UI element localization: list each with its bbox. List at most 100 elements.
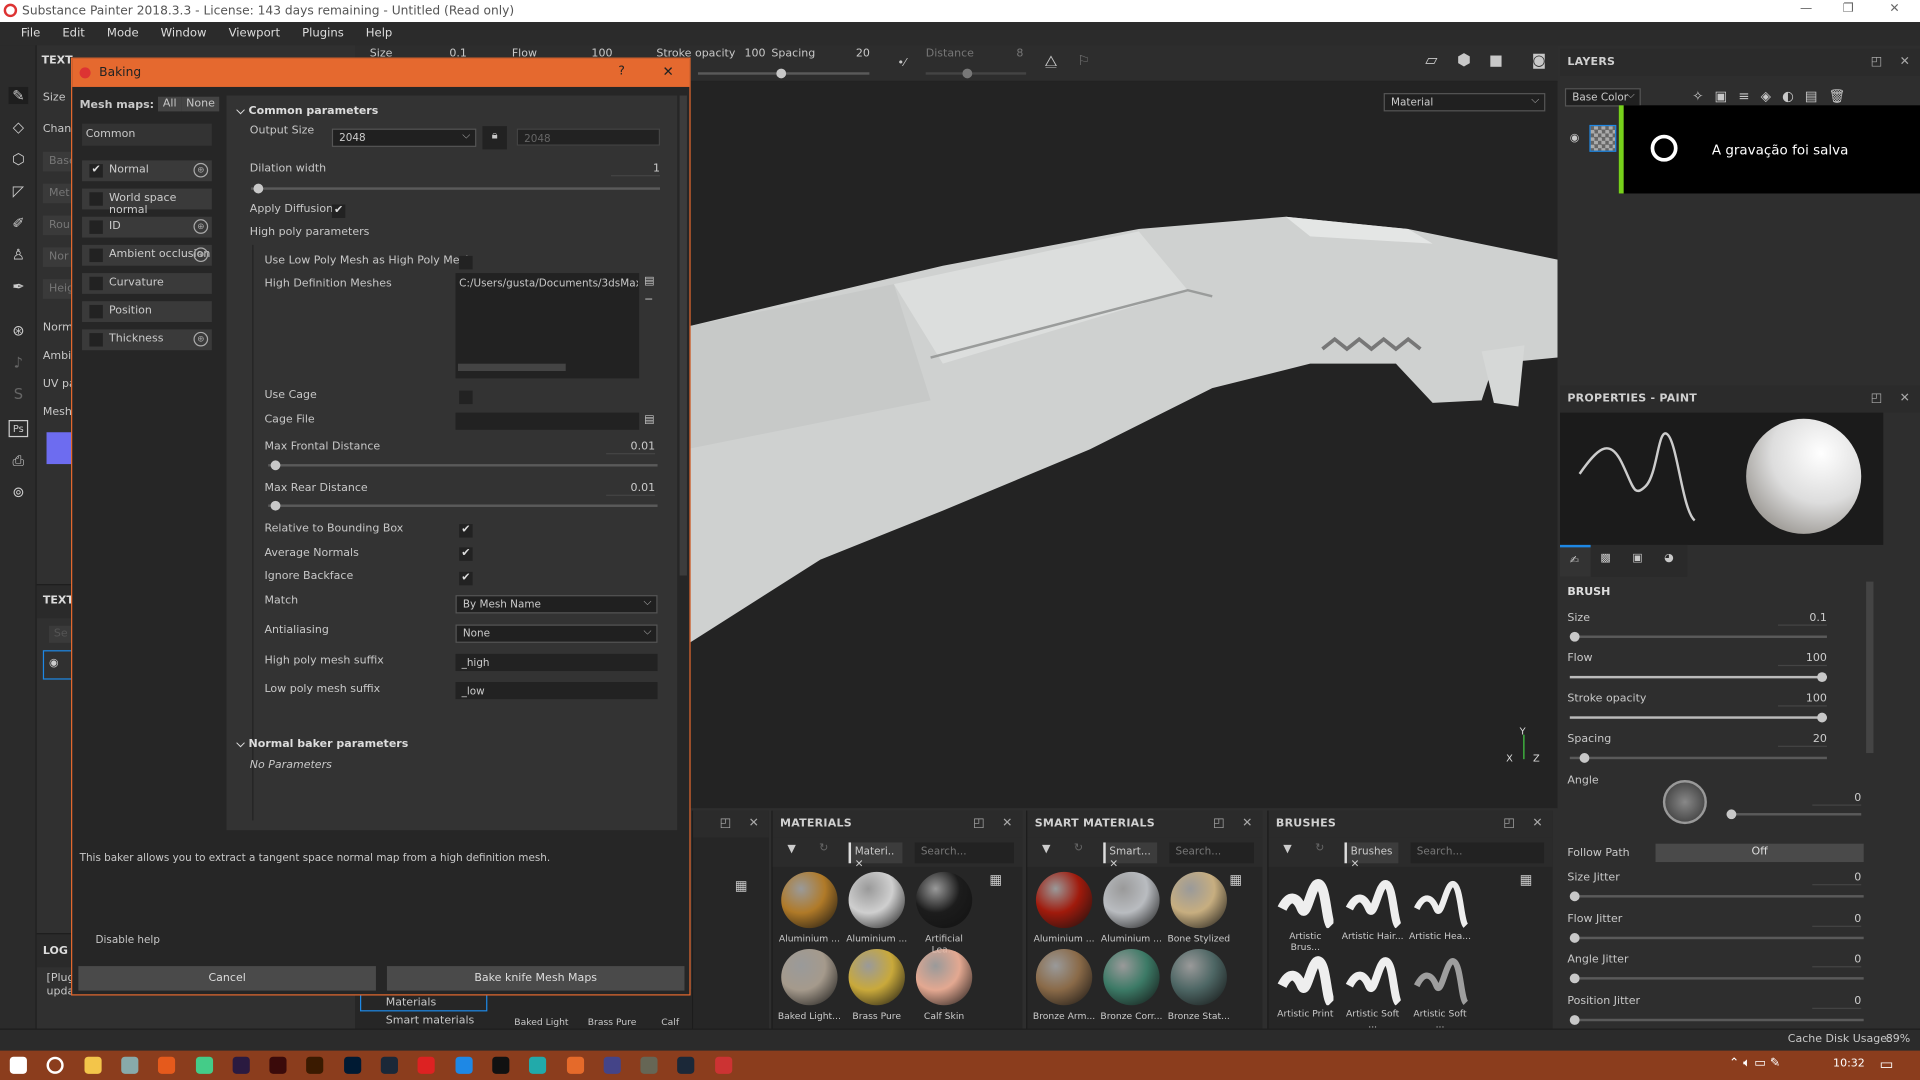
grid-view-icon[interactable]: ▦ xyxy=(989,872,1002,888)
mesh-map-item[interactable]: Position xyxy=(82,301,212,323)
shelf-search-input[interactable]: Search... xyxy=(1169,842,1254,864)
select-none-button[interactable]: None xyxy=(181,96,220,112)
jitter-slider[interactable] xyxy=(1569,1014,1864,1025)
shelf-item[interactable]: Bronze Stat... xyxy=(1167,948,1231,1021)
camera-icon[interactable]: ■ xyxy=(1489,51,1503,68)
mesh-map-item[interactable]: ✔ Normal ⊕ xyxy=(82,160,212,182)
angle-dial[interactable] xyxy=(1662,780,1707,825)
substance-icon[interactable]: ⊚ xyxy=(9,484,29,501)
float-panel-icon[interactable]: ◰ xyxy=(1871,392,1883,405)
grid-view-icon[interactable]: ▦ xyxy=(735,878,748,894)
max-frontal-slider[interactable] xyxy=(268,460,658,471)
normal-map-thumbnail[interactable] xyxy=(46,432,72,465)
taskbar-windows-start-icon[interactable] xyxy=(9,1056,27,1074)
taskbar-steam-icon[interactable] xyxy=(677,1056,695,1074)
param-slider[interactable] xyxy=(1569,631,1827,642)
menu-edit[interactable]: Edit xyxy=(51,27,96,40)
action-center-icon[interactable]: ▭ xyxy=(1880,1056,1894,1073)
tray-icons[interactable]: ⌃ 🔈︎ ▭ ✎ xyxy=(1729,1057,1780,1070)
common-parameters-header[interactable]: ⌵ Common parameters xyxy=(236,105,378,117)
float-panel-icon[interactable]: ◰ xyxy=(1213,817,1225,830)
display-cube-icon[interactable]: ⬢ xyxy=(1457,51,1471,69)
map-settings-icon[interactable]: ⊕ xyxy=(193,219,209,234)
jitter-value[interactable]: 0 xyxy=(1812,954,1862,968)
grid-view-icon[interactable]: ▦ xyxy=(1229,872,1242,888)
projection-icon[interactable]: ⬡ xyxy=(9,151,29,168)
shelf-item[interactable]: Artistic Soft ... xyxy=(1341,949,1405,1030)
bake-button[interactable]: Bake knife Mesh Maps xyxy=(386,966,685,991)
symmetry-icon[interactable]: ⧋ xyxy=(1044,53,1057,71)
jitter-slider[interactable] xyxy=(1569,973,1864,984)
float-panel-icon[interactable]: ◰ xyxy=(1871,55,1883,68)
grid-view-icon[interactable]: ▦ xyxy=(1520,872,1533,888)
param-value[interactable]: 0.1 xyxy=(1777,612,1827,626)
camera-mode-icon[interactable]: ▱ xyxy=(1425,51,1437,69)
close-panel-icon[interactable]: ✕ xyxy=(749,817,760,830)
map-settings-icon[interactable]: ⊕ xyxy=(193,331,209,347)
lock-icon[interactable]: 🔒︎ xyxy=(482,126,507,150)
shelf-item[interactable]: Aluminium ... xyxy=(778,871,842,944)
output-size-select[interactable]: 2048 xyxy=(331,128,477,147)
shelf-item[interactable]: Aluminium ... xyxy=(1100,871,1164,944)
use-cage-checkbox[interactable] xyxy=(459,390,473,405)
filter-chip[interactable]: Materi.. ✕ xyxy=(848,842,903,871)
refresh-icon[interactable]: ↻ xyxy=(819,842,828,854)
jitter-value[interactable]: 0 xyxy=(1812,913,1862,927)
eraser-icon[interactable]: ◇ xyxy=(9,119,29,136)
taskbar-3ds-max-icon[interactable] xyxy=(529,1056,547,1074)
taskbar-blender-icon[interactable] xyxy=(566,1056,584,1074)
float-panel-icon[interactable]: ◰ xyxy=(720,817,732,830)
close-panel-icon[interactable]: ✕ xyxy=(1532,817,1543,830)
map-checkbox[interactable] xyxy=(89,304,103,319)
symmetry-options-icon[interactable]: ⚐ xyxy=(1078,53,1090,69)
taskbar-chrome-icon[interactable] xyxy=(195,1056,213,1074)
substance-share-icon[interactable]: ⊛ xyxy=(9,322,29,339)
distance-slider[interactable] xyxy=(925,68,1027,79)
match-select[interactable]: By Mesh Name xyxy=(455,595,658,614)
hd-meshes-list[interactable]: C:/Users/gusta/Documents/3dsMax xyxy=(455,273,640,379)
smudge-icon[interactable]: ✐ xyxy=(9,214,29,231)
shelf-item[interactable]: Baked Light... xyxy=(778,948,842,1021)
jitter-value[interactable]: 0 xyxy=(1812,872,1862,886)
shelf-tab-smart-materials[interactable]: Smart materials xyxy=(386,1015,475,1027)
shelf-item[interactable]: Calf Skin xyxy=(912,948,976,1021)
dialog-scrollbar[interactable] xyxy=(679,95,687,576)
close-panel-icon[interactable]: ✕ xyxy=(1900,55,1911,68)
param-value[interactable]: 100 xyxy=(1777,693,1827,707)
taskbar-creative-cloud-icon[interactable] xyxy=(417,1056,436,1074)
shelf-search-input[interactable]: Search... xyxy=(1410,842,1545,864)
add-file-icon[interactable]: ▤ xyxy=(644,276,654,288)
distance-value[interactable]: 8 xyxy=(1016,48,1023,60)
param-slider[interactable] xyxy=(1569,753,1827,763)
menu-plugins[interactable]: Plugins xyxy=(291,27,355,40)
color-picker-icon[interactable]: ✒ xyxy=(9,278,29,295)
layer-action-icons[interactable]: ✧▣≡◈◐▤🗑︎ xyxy=(1692,88,1856,104)
param-slider[interactable] xyxy=(1569,712,1827,723)
taskbar-premiere-icon[interactable] xyxy=(232,1056,250,1074)
alpha-tab-icon[interactable]: ▩ xyxy=(1600,552,1610,564)
jitter-slider[interactable] xyxy=(1569,891,1864,902)
horizontal-scrollbar[interactable] xyxy=(457,363,566,372)
screenshot-icon[interactable]: ◙ xyxy=(1532,51,1546,68)
dilation-slider[interactable] xyxy=(251,183,661,194)
shelf-item[interactable]: Artistic Print xyxy=(1273,949,1337,1019)
taskbar-animate-icon[interactable] xyxy=(269,1056,287,1074)
map-settings-icon[interactable]: ⊕ xyxy=(193,162,209,178)
shelf-item[interactable]: Bronze Arm... xyxy=(1032,948,1096,1021)
minimize-button[interactable]: — xyxy=(1800,2,1812,15)
photoshop-icon[interactable]: Ps xyxy=(8,420,29,438)
paint-brush-icon[interactable]: ✎ xyxy=(8,86,29,105)
spacing-slider[interactable] xyxy=(697,68,870,79)
taskbar-cortana-icon[interactable] xyxy=(46,1056,65,1074)
param-value[interactable]: 100 xyxy=(1777,653,1827,667)
stencil-tab-icon[interactable]: ▣ xyxy=(1632,552,1642,564)
menu-window[interactable]: Window xyxy=(150,27,218,40)
shelf-item[interactable]: Artistic Brus... xyxy=(1273,872,1337,953)
taskbar-origin-icon[interactable] xyxy=(158,1056,176,1074)
shelf-search-input[interactable]: Search... xyxy=(914,842,1014,864)
properties-scrollbar[interactable] xyxy=(1866,581,1874,754)
shelf-item[interactable]: Artistic Hea... xyxy=(1408,872,1472,942)
map-checkbox[interactable] xyxy=(89,276,103,291)
material-tab-icon[interactable]: ◕ xyxy=(1664,552,1674,564)
mesh-map-item[interactable]: Curvature xyxy=(82,273,212,294)
